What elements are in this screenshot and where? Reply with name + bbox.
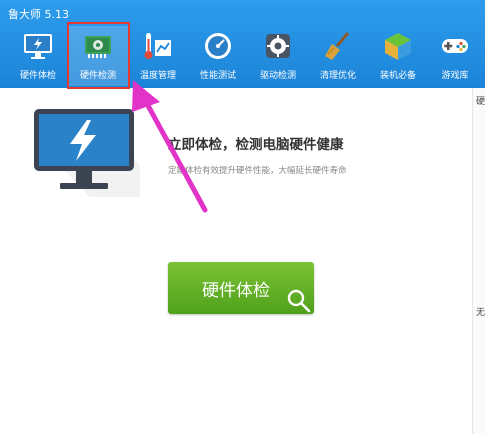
right-side-panel: [473, 88, 485, 434]
hardware-check-button[interactable]: 硬件体检: [168, 262, 314, 314]
hardware-check-button-label: 硬件体检: [202, 281, 270, 301]
annotation-highlight-box: [67, 22, 130, 89]
app-title: 鲁大师 5.13: [8, 8, 69, 21]
tab-label: 清理优化: [319, 71, 356, 81]
tab-label: 硬件体检: [19, 71, 56, 81]
tab-label: 性能测试: [199, 71, 236, 81]
monitor-bolt-icon: [34, 109, 140, 197]
right-panel-text-bottom: 无: [476, 308, 485, 318]
cube-box-icon: [385, 33, 411, 60]
monitor-bolt-icon: [24, 34, 52, 59]
tab-temperature[interactable]: 温度管理: [128, 26, 188, 86]
tab-cleanup[interactable]: 清理优化: [308, 26, 368, 86]
right-panel-text-top: 硬: [476, 97, 485, 107]
tab-label: 游戏库: [441, 71, 469, 81]
thermometer-chart-icon: [144, 33, 171, 59]
page-subline: 定期体检有效提升硬件性能，大幅延长硬件寿命: [168, 166, 347, 176]
gear-box-icon: [266, 34, 290, 58]
speedometer-icon: [205, 33, 231, 59]
tab-essentials[interactable]: 装机必备: [368, 26, 428, 86]
tab-label: 装机必备: [379, 71, 416, 81]
gamepad-icon: [442, 39, 468, 53]
search-icon: [287, 289, 311, 313]
tab-label: 温度管理: [139, 71, 176, 81]
tab-label: 驱动检测: [259, 71, 296, 81]
tab-hardware-check[interactable]: 硬件体检: [8, 26, 68, 86]
tab-games[interactable]: 游戏库: [425, 26, 485, 86]
app-window: 鲁大师 5.13 硬件体检 硬件检测 温度管理 性能测试 驱动检测 清理优化 装…: [0, 0, 485, 434]
page-headline: 立即体检，检测电脑硬件健康: [168, 137, 344, 153]
tab-driver[interactable]: 驱动检测: [248, 26, 308, 86]
broom-icon: [325, 32, 350, 60]
tab-performance[interactable]: 性能测试: [188, 26, 248, 86]
